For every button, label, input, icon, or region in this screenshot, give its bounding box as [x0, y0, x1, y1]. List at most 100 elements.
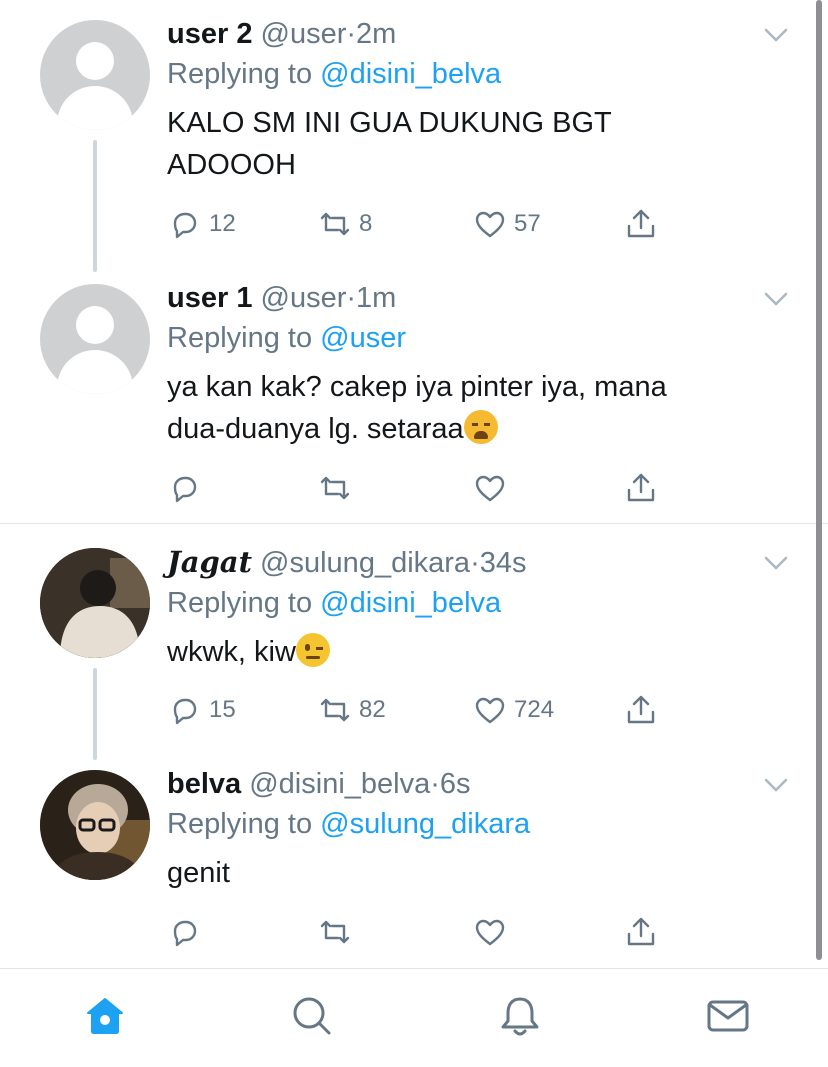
tweet-text: wkwk, kiw	[167, 631, 788, 673]
search-icon[interactable]	[289, 993, 335, 1039]
messages-icon[interactable]	[705, 993, 751, 1039]
tweet-text-line: dua-duanya lg. setaraa	[167, 413, 464, 445]
weary-face-emoji	[463, 410, 498, 444]
display-name[interactable]: 𝑱agat	[167, 545, 252, 579]
retweet-icon	[320, 212, 350, 236]
user-handle[interactable]: @sulung_dikara	[260, 547, 470, 579]
mention-link[interactable]: @user	[320, 322, 406, 354]
like-button[interactable]: 57	[472, 204, 541, 244]
reply-icon	[173, 920, 197, 947]
share-button[interactable]	[623, 690, 659, 730]
user-handle[interactable]: @disini_belva	[249, 768, 430, 800]
share-button[interactable]	[623, 204, 659, 244]
retweet-button[interactable]: 8	[317, 204, 372, 244]
retweet-count: 8	[359, 210, 373, 237]
like-button[interactable]	[472, 468, 508, 508]
tweet-text: genit	[167, 852, 788, 894]
share-icon	[627, 473, 655, 502]
mention-link[interactable]: @disini_belva	[320, 587, 501, 619]
notifications-icon[interactable]	[497, 993, 543, 1039]
reply-button[interactable]: 12	[167, 204, 236, 244]
winking-face-emoji	[295, 633, 330, 667]
reply-count: 12	[209, 210, 236, 237]
separator-dot: ·	[346, 18, 357, 50]
share-button[interactable]	[623, 468, 659, 508]
mention-link[interactable]: @disini_belva	[320, 58, 501, 90]
tweet-header: user 1 @user·1m	[167, 280, 788, 316]
separator-dot: ·	[346, 282, 357, 314]
mention-link[interactable]: @sulung_dikara	[320, 808, 530, 840]
chevron-down-icon[interactable]	[764, 28, 788, 42]
replying-to: Replying to @disini_belva	[167, 583, 788, 623]
avatar[interactable]	[40, 20, 150, 130]
tweet-text: ya kan kak? cakep iya pinter iya, mana d…	[167, 366, 788, 450]
like-button[interactable]: 724	[472, 690, 554, 730]
thread-line	[93, 140, 97, 272]
heart-icon	[475, 475, 505, 502]
display-name[interactable]: belva	[167, 768, 241, 800]
chevron-down-icon[interactable]	[764, 556, 788, 570]
reply-icon	[173, 476, 197, 503]
tweet-belva[interactable]: belva @disini_belva·6s Replying to @sulu…	[0, 754, 828, 966]
tweet-text-line: genit	[167, 857, 230, 889]
timestamp[interactable]: 34s	[480, 547, 527, 579]
tweet-header: user 2 @user·2m	[167, 16, 788, 52]
retweet-icon	[320, 920, 350, 944]
user-handle[interactable]: @user	[261, 18, 347, 50]
reply-icon	[173, 698, 197, 725]
heart-icon	[475, 697, 505, 724]
display-name[interactable]: user 1	[167, 282, 252, 314]
replying-prefix: Replying to	[167, 322, 321, 354]
reply-button[interactable]: 15	[167, 690, 236, 730]
replying-to: Replying to @sulung_dikara	[167, 804, 788, 844]
heart-icon	[475, 211, 505, 238]
profile-photo	[40, 548, 150, 658]
like-count: 724	[514, 696, 555, 723]
timestamp[interactable]: 2m	[356, 18, 396, 50]
tweet-text-line: ya kan kak? cakep iya pinter iya, mana	[167, 371, 667, 403]
timestamp[interactable]: 1m	[356, 282, 396, 314]
chevron-down-icon[interactable]	[764, 778, 788, 792]
reply-button[interactable]	[167, 468, 203, 508]
scrollbar[interactable]	[816, 0, 822, 960]
retweet-button[interactable]: 82	[317, 690, 386, 730]
replying-to: Replying to @user	[167, 318, 788, 358]
separator-dot: ·	[470, 547, 480, 579]
like-count: 57	[514, 210, 541, 237]
tweet-header: 𝑱agat @sulung_dikara·34s	[167, 544, 788, 581]
tweet-text-line: wkwk, kiw	[167, 636, 296, 668]
timestamp[interactable]: 6s	[440, 768, 471, 800]
replying-to: Replying to @disini_belva	[167, 54, 788, 94]
replying-prefix: Replying to	[167, 808, 321, 840]
home-icon[interactable]	[82, 993, 128, 1039]
reply-icon	[173, 212, 197, 239]
avatar[interactable]	[40, 284, 150, 394]
retweet-button[interactable]	[317, 468, 353, 508]
tweet-user2[interactable]: user 2 @user·2m Replying to @disini_belv…	[0, 0, 828, 272]
separator-dot: ·	[430, 768, 440, 800]
replying-prefix: Replying to	[167, 587, 321, 619]
chevron-down-icon[interactable]	[764, 292, 788, 306]
display-name[interactable]: user 2	[167, 18, 252, 50]
profile-photo	[40, 770, 150, 880]
share-icon	[627, 695, 655, 724]
retweet-icon	[320, 698, 350, 722]
avatar[interactable]	[40, 770, 150, 880]
thread-line	[93, 668, 97, 760]
avatar[interactable]	[40, 548, 150, 658]
tweet-text-line: KALO SM INI GUA DUKUNG BGT	[167, 107, 612, 139]
share-button[interactable]	[623, 912, 659, 952]
tweet-text-line: ADOOOH	[167, 149, 296, 181]
reply-button[interactable]	[167, 912, 203, 952]
retweet-button[interactable]	[317, 912, 353, 952]
share-icon	[627, 917, 655, 946]
user-handle[interactable]: @user	[261, 282, 347, 314]
tweet-jagat[interactable]: 𝑱agat @sulung_dikara·34s Replying to @di…	[0, 524, 828, 760]
replying-prefix: Replying to	[167, 58, 321, 90]
heart-icon	[475, 919, 505, 946]
share-icon	[627, 209, 655, 238]
tweet-user1[interactable]: user 1 @user·1m Replying to @user ya kan…	[0, 270, 828, 524]
like-button[interactable]	[472, 912, 508, 952]
bottom-tab-bar	[0, 968, 828, 1067]
tweet-text: KALO SM INI GUA DUKUNG BGT ADOOOH	[167, 102, 788, 186]
